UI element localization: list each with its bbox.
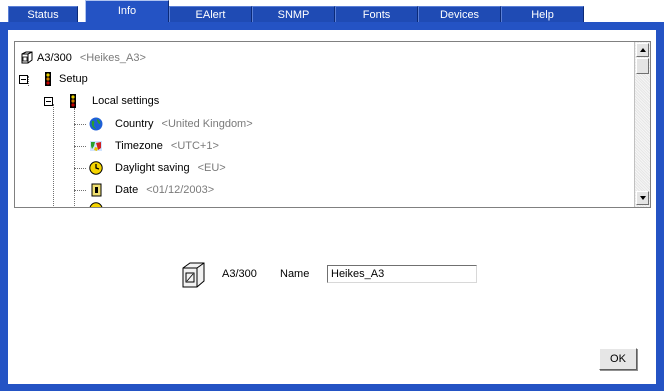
clock-icon	[89, 202, 103, 207]
tree-content: A3/300 <Heikes_A3> Setup Local settings	[15, 42, 635, 207]
tree-root-value: <Heikes_A3>	[79, 52, 146, 64]
tab-fonts[interactable]: Fonts	[335, 6, 418, 23]
arrow-up-icon	[640, 48, 646, 52]
globe-icon	[89, 117, 103, 131]
tree-connector	[74, 146, 86, 147]
tree-local-settings-label: Local settings	[92, 95, 160, 107]
tree-connector	[74, 190, 86, 191]
device-name: A3/300	[222, 268, 257, 280]
tree-item-timezone[interactable]: Timezone <UTC+1>	[89, 138, 219, 154]
tree-item-label: Daylight saving	[115, 162, 190, 174]
tree-root-node[interactable]: A3/300 <Heikes_A3>	[19, 50, 146, 66]
collapse-toggle[interactable]	[19, 75, 28, 84]
tree-item-value: <01/12/2003>	[146, 184, 215, 196]
device-name-input[interactable]	[327, 265, 477, 283]
tree-item-value: <United Kingdom>	[161, 118, 253, 130]
tree-connector	[74, 108, 75, 207]
traffic-light-icon	[45, 72, 51, 86]
tree-item-value: <UTC+1>	[170, 140, 219, 152]
name-label: Name	[280, 268, 310, 280]
tab-snmp[interactable]: SNMP	[252, 6, 335, 23]
traffic-light-icon	[70, 94, 76, 108]
tree-connector	[74, 124, 86, 125]
collapse-toggle[interactable]	[44, 97, 53, 106]
tree-connector	[53, 104, 54, 207]
clock-icon	[89, 161, 103, 175]
tab-devices[interactable]: Devices	[418, 6, 501, 23]
tab-ealert[interactable]: EAlert	[169, 6, 252, 23]
tree-item-label: Country	[115, 118, 154, 130]
tree-scrollbar[interactable]	[634, 42, 650, 207]
tree-root-label: A3/300	[37, 52, 72, 64]
device-box-icon	[21, 51, 33, 64]
tree-item-value: <EU>	[197, 162, 226, 174]
tree-node-setup[interactable]: Setup	[19, 71, 88, 87]
tab-status[interactable]: Status	[8, 6, 78, 23]
tab-bar: Status Info EAlert SNMP Fonts Devices He…	[0, 0, 664, 24]
scroll-down-button[interactable]	[636, 191, 649, 205]
tree-item-label: Date	[115, 184, 139, 196]
calendar-icon	[91, 183, 102, 197]
arrow-down-icon	[640, 196, 646, 200]
tab-info[interactable]: Info	[85, 0, 169, 24]
timezone-map-icon	[90, 141, 102, 151]
tree-item-daylight-saving[interactable]: Daylight saving <EU>	[89, 160, 226, 176]
scroll-up-button[interactable]	[636, 43, 649, 57]
device-box-icon	[182, 262, 205, 288]
settings-tree: A3/300 <Heikes_A3> Setup Local settings	[14, 41, 651, 208]
tree-item-label: Timezone	[115, 140, 163, 152]
tree-node-local-settings[interactable]: Local settings	[44, 93, 159, 109]
scroll-thumb[interactable]	[636, 58, 649, 74]
tree-setup-label: Setup	[59, 73, 88, 85]
ok-button[interactable]: OK	[599, 348, 637, 370]
tree-item-country[interactable]: Country <United Kingdom>	[89, 116, 253, 132]
tree-connector	[74, 168, 86, 169]
tab-help[interactable]: Help	[501, 6, 584, 23]
tree-item-date[interactable]: Date <01/12/2003>	[89, 182, 214, 198]
